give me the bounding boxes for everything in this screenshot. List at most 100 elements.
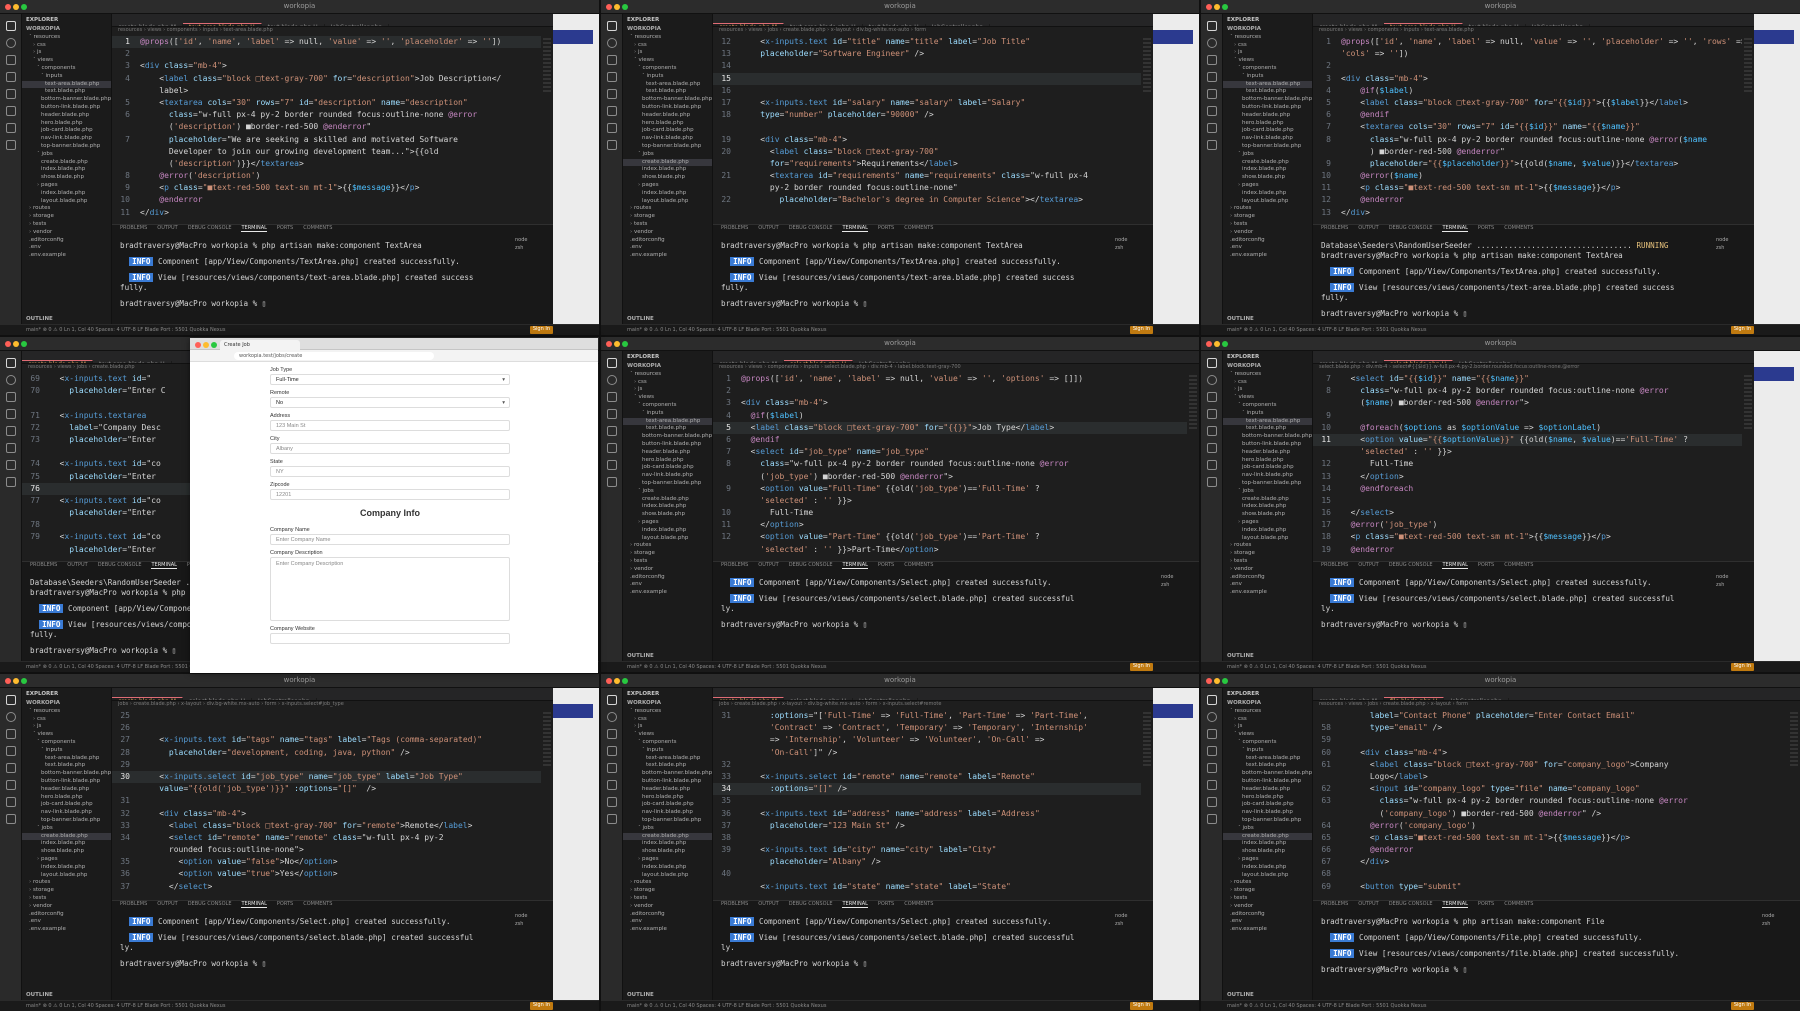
explorer-item[interactable]: button-link.blade.php — [623, 778, 712, 786]
explorer-item[interactable]: text.blade.php — [1223, 88, 1312, 96]
explorer-item[interactable]: › vendor — [22, 229, 111, 237]
panel-tab[interactable]: DEBUG CONSOLE — [1389, 901, 1433, 907]
explorer-item[interactable]: › js — [1223, 49, 1312, 57]
explorer-item[interactable]: bottom-banner.blade.php — [623, 433, 712, 441]
explorer-item[interactable]: text-area.blade.php — [22, 80, 111, 89]
explorer-item[interactable]: ˅ views — [623, 394, 712, 402]
explorer-item[interactable]: show.blade.php — [623, 848, 712, 856]
explorer-item[interactable]: header.blade.php — [623, 786, 712, 794]
explorer-item[interactable]: .env.example — [623, 589, 712, 597]
search-icon[interactable] — [607, 712, 617, 722]
sign-in-button[interactable]: Sign In — [1129, 663, 1153, 671]
explorer-item[interactable]: create.blade.php — [1223, 159, 1312, 167]
explorer-item[interactable]: ˅ resources — [623, 371, 712, 379]
explorer-item[interactable]: ˅ components — [22, 65, 111, 73]
breadcrumb[interactable]: jobs › create.blade.php › x-layout › div… — [112, 701, 553, 710]
files-icon[interactable] — [6, 21, 16, 31]
explorer-item[interactable]: ˅ jobs — [1223, 825, 1312, 833]
explorer-item[interactable]: index.blade.php — [623, 840, 712, 848]
explorer-item[interactable]: show.blade.php — [1223, 174, 1312, 182]
state-input[interactable]: NY — [270, 466, 510, 477]
files-icon[interactable] — [607, 695, 617, 705]
explorer-item[interactable]: .env — [1223, 581, 1312, 589]
explorer-item[interactable]: create.blade.php — [623, 496, 712, 504]
explorer-item[interactable]: › pages — [1223, 856, 1312, 864]
explorer-item[interactable]: ˅ views — [623, 57, 712, 65]
panel-tab[interactable]: PROBLEMS — [120, 225, 147, 231]
testing-icon[interactable] — [6, 460, 16, 470]
panel-tab[interactable]: COMMENTS — [1504, 562, 1533, 568]
explorer-item[interactable]: show.blade.php — [623, 511, 712, 519]
explorer-item[interactable]: .editorconfig — [1223, 911, 1312, 919]
explorer-item[interactable]: bottom-banner.blade.php — [22, 96, 111, 104]
explorer-item[interactable]: › css — [623, 42, 712, 50]
explorer-item[interactable]: index.blade.php — [22, 840, 111, 848]
run-debug-icon[interactable] — [1207, 409, 1217, 419]
company-description-textarea[interactable]: Enter Company Description — [270, 557, 510, 621]
terminal-item[interactable]: node — [1716, 237, 1748, 245]
outline-section[interactable]: OUTLINE — [627, 992, 654, 1000]
explorer-item[interactable]: bottom-banner.blade.php — [623, 770, 712, 778]
explorer-item[interactable]: .env — [22, 918, 111, 926]
terminal-line[interactable]: bradtraversy@MacPro workopia % ▯ — [1313, 309, 1754, 319]
explorer-item[interactable]: nav-link.blade.php — [1223, 135, 1312, 143]
explorer-item[interactable]: header.blade.php — [1223, 449, 1312, 457]
search-icon[interactable] — [6, 38, 16, 48]
explorer-item[interactable]: › tests — [1223, 221, 1312, 229]
explorer-item[interactable]: ˅ inputs — [623, 410, 712, 418]
explorer-item[interactable]: › pages — [623, 182, 712, 190]
outline-section[interactable]: OUTLINE — [627, 653, 654, 661]
remote-explorer-icon[interactable] — [6, 780, 16, 790]
explorer-item[interactable]: top-banner.blade.php — [22, 817, 111, 825]
run-debug-icon[interactable] — [607, 72, 617, 82]
sign-in-button[interactable]: Sign In — [529, 326, 553, 334]
panel-tab[interactable]: DEBUG CONSOLE — [1389, 225, 1433, 231]
explorer-item[interactable]: › vendor — [623, 566, 712, 574]
workspace-folder[interactable]: WORKOPIA — [1223, 26, 1312, 34]
explorer-item[interactable]: header.blade.php — [1223, 786, 1312, 794]
remote-explorer-icon[interactable] — [6, 443, 16, 453]
search-icon[interactable] — [6, 712, 16, 722]
explorer-item[interactable]: nav-link.blade.php — [623, 472, 712, 480]
docker-icon[interactable] — [1207, 814, 1217, 824]
explorer-item[interactable]: create.blade.php — [1223, 496, 1312, 504]
explorer-item[interactable]: job-card.blade.php — [22, 801, 111, 809]
terminal-line[interactable]: bradtraversy@MacPro workopia % ▯ — [713, 299, 1153, 309]
breadcrumb[interactable]: resources › views › components › inputs … — [1313, 27, 1754, 36]
explorer-item[interactable]: ˅ resources — [623, 708, 712, 716]
panel-tab[interactable]: PROBLEMS — [721, 562, 748, 568]
explorer-item[interactable]: text-area.blade.php — [1223, 80, 1312, 89]
code-editor[interactable]: 7 <select id="{{$id}}" name="{{$name}}" 8… — [1313, 373, 1742, 561]
panel-tab[interactable]: OUTPUT — [1358, 562, 1378, 568]
explorer-item[interactable]: ˅ jobs — [22, 825, 111, 833]
explorer-item[interactable]: hero.blade.php — [1223, 794, 1312, 802]
breadcrumb[interactable]: select.blade.php › div.mb-4 › select#{{$… — [1313, 364, 1754, 373]
explorer-item[interactable]: .env.example — [1223, 589, 1312, 597]
panel-tab[interactable]: TERMINAL — [842, 901, 868, 908]
explorer-item[interactable]: index.blade.php — [1223, 840, 1312, 848]
terminal-line[interactable]: bradtraversy@MacPro workopia % ▯ — [713, 620, 1199, 630]
explorer-item[interactable]: button-link.blade.php — [623, 104, 712, 112]
explorer-item[interactable]: index.blade.php — [1223, 527, 1312, 535]
explorer-item[interactable]: index.blade.php — [623, 190, 712, 198]
code-editor[interactable]: 1 @props(['id', 'name', 'label' => null, … — [713, 373, 1187, 561]
workspace-folder[interactable]: WORKOPIA — [22, 700, 111, 708]
panel-tab[interactable]: OUTPUT — [758, 225, 778, 231]
panel-tab[interactable]: PROBLEMS — [30, 562, 57, 568]
explorer-item[interactable]: nav-link.blade.php — [22, 809, 111, 817]
extensions-icon[interactable] — [6, 763, 16, 773]
explorer-item[interactable]: .env — [1223, 918, 1312, 926]
source-control-icon[interactable] — [6, 729, 16, 739]
explorer-item[interactable]: show.blade.php — [1223, 848, 1312, 856]
explorer-item[interactable]: text-area.blade.php — [1223, 755, 1312, 763]
explorer-item[interactable]: button-link.blade.php — [1223, 441, 1312, 449]
breadcrumb[interactable]: resources › views › components › inputs … — [713, 364, 1199, 373]
explorer-item[interactable]: ˅ resources — [22, 708, 111, 716]
run-debug-icon[interactable] — [1207, 746, 1217, 756]
explorer-item[interactable]: › vendor — [1223, 566, 1312, 574]
panel-tab[interactable]: OUTPUT — [758, 562, 778, 568]
extensions-icon[interactable] — [1207, 426, 1217, 436]
explorer-item[interactable]: ˅ views — [1223, 57, 1312, 65]
terminal-item[interactable]: node — [515, 913, 547, 921]
explorer-item[interactable]: job-card.blade.php — [623, 464, 712, 472]
